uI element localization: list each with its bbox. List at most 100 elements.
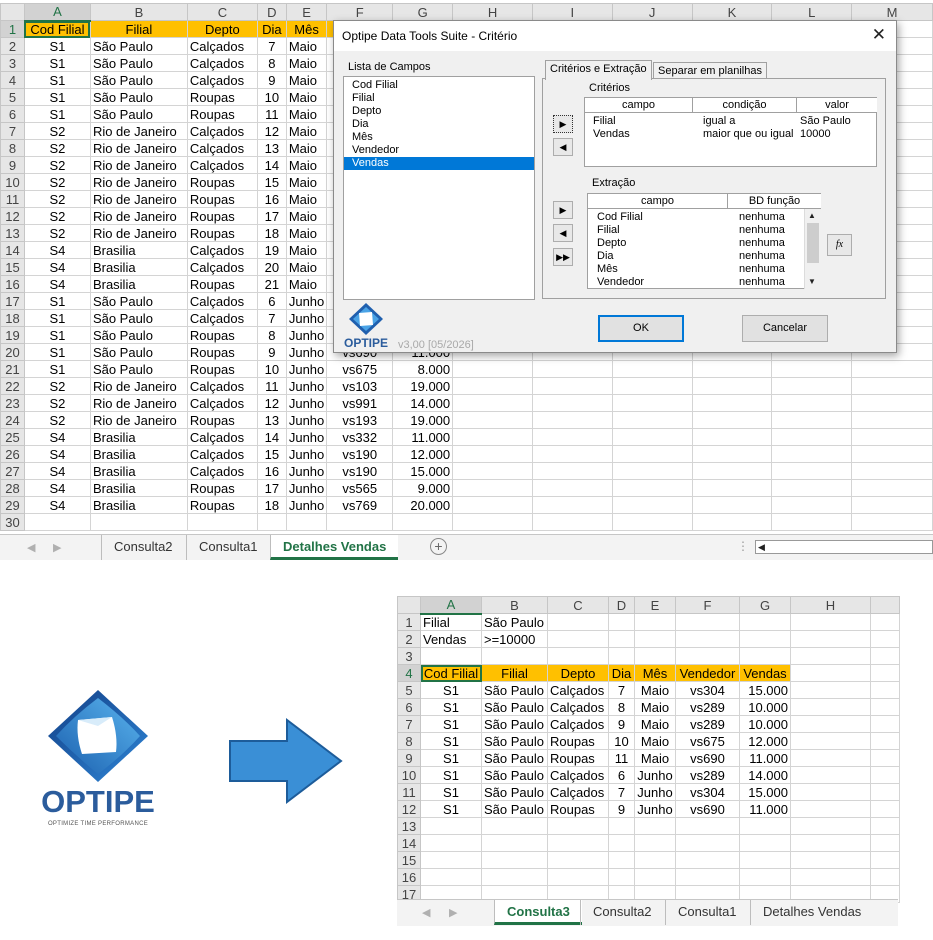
column-header[interactable]: M (851, 3, 933, 21)
header-cell[interactable]: Dia (608, 664, 635, 682)
empty-cell[interactable] (611, 411, 693, 429)
row-header[interactable]: 8 (0, 139, 25, 157)
column-header[interactable]: B (481, 596, 548, 614)
empty-cell[interactable] (739, 613, 791, 631)
empty-cell[interactable] (790, 647, 871, 665)
table-cell[interactable]: vs289 (675, 766, 740, 784)
empty-cell[interactable] (634, 868, 676, 886)
table-cell[interactable]: 14.000 (739, 766, 791, 784)
table-cell[interactable]: S1 (23, 326, 91, 344)
empty-cell[interactable] (420, 851, 482, 869)
empty-cell[interactable] (790, 613, 871, 631)
row-header[interactable]: 30 (0, 513, 25, 531)
table-cell[interactable]: 17 (256, 479, 287, 497)
table-cell[interactable]: 11.000 (392, 428, 454, 446)
table-cell[interactable]: 8.000 (392, 360, 454, 378)
tab-consulta2[interactable]: Consulta2 (580, 900, 664, 925)
table-cell[interactable]: Calçados (186, 258, 258, 276)
table-cell[interactable]: Calçados (186, 122, 258, 140)
empty-cell[interactable] (691, 479, 773, 497)
table-cell[interactable]: Roupas (186, 326, 258, 344)
table-cell[interactable]: Brasilia (89, 479, 188, 497)
table-cell[interactable]: Roupas (547, 732, 609, 750)
table-cell[interactable]: S1 (23, 54, 91, 72)
row-header[interactable]: 29 (0, 496, 25, 514)
row-header[interactable]: 23 (0, 394, 25, 412)
table-cell[interactable]: Calçados (547, 715, 609, 733)
cancel-button[interactable]: Cancelar (742, 315, 828, 342)
table-cell[interactable]: 12.000 (739, 732, 791, 750)
table-cell[interactable]: vs991 (326, 394, 394, 412)
table-cell[interactable]: Junho (285, 428, 328, 446)
table-cell[interactable]: Rio de Janeiro (89, 394, 188, 412)
table-cell[interactable]: Maio (285, 190, 328, 208)
table-cell[interactable]: 9.000 (392, 479, 454, 497)
table-cell[interactable]: São Paulo (89, 71, 188, 89)
empty-cell[interactable] (870, 647, 900, 665)
table-cell[interactable]: São Paulo (481, 681, 548, 699)
table-cell[interactable]: 7 (256, 309, 287, 327)
row-header[interactable]: 27 (0, 462, 25, 480)
row-header[interactable]: 6 (0, 105, 25, 123)
column-header[interactable]: H (790, 596, 871, 614)
table-cell[interactable]: Junho (285, 309, 328, 327)
criteria-grid-cell[interactable]: maior que ou igual (703, 128, 794, 141)
header-cell[interactable]: Mês (634, 664, 676, 682)
table-cell[interactable]: S1 (420, 732, 482, 750)
table-cell[interactable]: 6 (256, 292, 287, 310)
table-cell[interactable]: Brasilia (89, 258, 188, 276)
table-cell[interactable]: 8 (608, 698, 635, 716)
table-cell[interactable]: 15 (256, 173, 287, 191)
header-cell[interactable]: Vendas (739, 664, 791, 682)
empty-cell[interactable] (608, 613, 635, 631)
empty-cell[interactable] (691, 394, 773, 412)
table-cell[interactable]: S1 (420, 681, 482, 699)
empty-cell[interactable] (790, 681, 871, 699)
table-cell[interactable]: S2 (23, 411, 91, 429)
empty-cell[interactable] (870, 834, 900, 852)
table-cell[interactable]: São Paulo (89, 309, 188, 327)
tab-scroll-left-icon[interactable]: ◀ (27, 541, 35, 554)
table-cell[interactable]: 14 (256, 428, 287, 446)
empty-cell[interactable] (420, 817, 482, 835)
table-cell[interactable]: 20.000 (392, 496, 454, 514)
row-header[interactable]: 13 (397, 817, 421, 835)
table-cell[interactable]: 15.000 (392, 462, 454, 480)
table-cell[interactable]: São Paulo (89, 343, 188, 361)
table-cell[interactable]: S1 (420, 698, 482, 716)
empty-cell[interactable] (608, 868, 635, 886)
table-cell[interactable]: S1 (420, 783, 482, 801)
table-cell[interactable]: São Paulo (89, 105, 188, 123)
empty-cell[interactable] (481, 647, 548, 665)
empty-cell[interactable] (691, 445, 773, 463)
scroll-down-arrow-icon[interactable]: ▼ (808, 277, 816, 286)
tab-criterios-extracao[interactable]: Critérios e Extração (545, 60, 652, 80)
empty-cell[interactable] (452, 360, 533, 378)
select-all-corner[interactable] (0, 3, 25, 21)
table-cell[interactable]: Calçados (186, 71, 258, 89)
table-cell[interactable]: S4 (23, 258, 91, 276)
table-cell[interactable]: 9 (608, 800, 635, 818)
empty-cell[interactable] (790, 834, 871, 852)
criteria-cell[interactable]: Filial (420, 613, 482, 631)
empty-cell[interactable] (739, 630, 791, 648)
empty-cell[interactable] (851, 513, 933, 531)
column-header[interactable]: F (675, 596, 740, 614)
table-cell[interactable]: Junho (634, 800, 676, 818)
table-cell[interactable]: Junho (285, 479, 328, 497)
horizontal-scrollbar[interactable]: ◀ (755, 540, 933, 554)
table-cell[interactable]: Roupas (186, 173, 258, 191)
empty-cell[interactable] (531, 462, 613, 480)
table-cell[interactable]: Maio (285, 139, 328, 157)
table-cell[interactable]: Calçados (186, 445, 258, 463)
table-cell[interactable]: S4 (23, 241, 91, 259)
field-list-item[interactable]: Mês (344, 131, 534, 144)
empty-cell[interactable] (452, 394, 533, 412)
row-header[interactable]: 13 (0, 224, 25, 242)
table-cell[interactable]: Maio (285, 207, 328, 225)
table-cell[interactable]: São Paulo (89, 37, 188, 55)
extraction-vertical-scrollbar[interactable]: ▲ ▼ (804, 209, 821, 289)
empty-cell[interactable] (739, 817, 791, 835)
row-header[interactable]: 6 (397, 698, 421, 716)
table-cell[interactable]: Maio (285, 88, 328, 106)
